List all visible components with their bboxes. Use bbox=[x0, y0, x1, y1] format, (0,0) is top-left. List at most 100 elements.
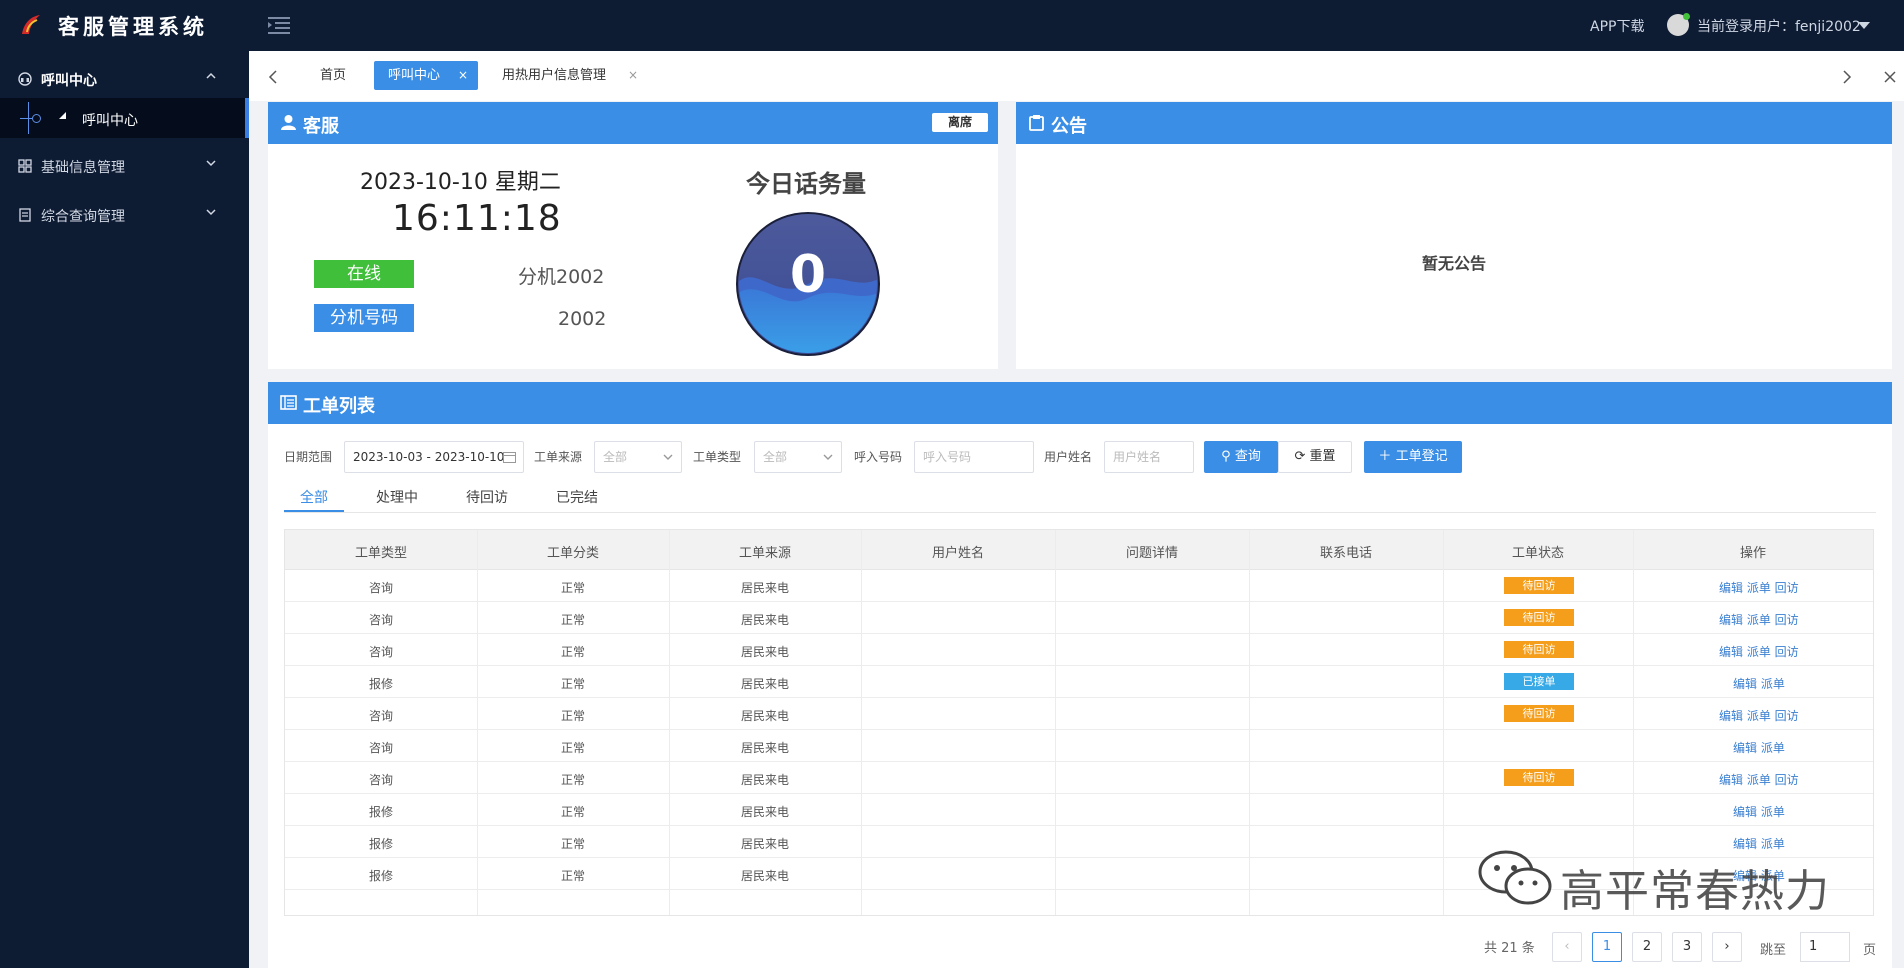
status-badge: 待回访 bbox=[1504, 769, 1574, 786]
tab-scroll-right-icon[interactable] bbox=[1842, 70, 1852, 84]
document-icon bbox=[19, 208, 31, 222]
customer-service-panel: 客服 离席 2023-10-10 星期二 16:11:18 在线 分机2002 … bbox=[268, 102, 998, 369]
search-button-label: 查询 bbox=[1234, 449, 1261, 464]
row-actions[interactable]: 编辑 派单 回访 bbox=[1719, 643, 1799, 660]
wechat-icon bbox=[1478, 850, 1552, 905]
order-source-label: 工单来源 bbox=[534, 450, 583, 464]
current-date: 2023-10-10 星期二 bbox=[360, 170, 561, 195]
plus-icon: ＋ bbox=[1378, 449, 1396, 464]
table-cell-source: 居民来电 bbox=[740, 613, 789, 627]
table-cell-category: 正常 bbox=[560, 613, 585, 627]
column-header[interactable]: 工单类型 bbox=[285, 542, 477, 561]
sidebar-item-query[interactable]: 综合查询管理 bbox=[0, 193, 249, 237]
caller-number-input[interactable]: 呼入号码 bbox=[914, 441, 1034, 473]
clipboard-icon bbox=[1029, 115, 1044, 131]
table-row: 咨询 正常 居民来电 待回访 编辑 派单 回访 bbox=[285, 602, 1873, 634]
panel-header: 客服 离席 bbox=[268, 102, 998, 144]
column-header[interactable]: 联系电话 bbox=[1249, 542, 1443, 561]
column-header[interactable]: 问题详情 bbox=[1055, 542, 1249, 561]
table-cell-type: 咨询 bbox=[368, 613, 393, 627]
jump-page-input[interactable]: 1 bbox=[1800, 932, 1850, 962]
sidebar-item-call-center[interactable]: 呼叫中心 bbox=[0, 57, 249, 101]
page-button[interactable]: 3 bbox=[1672, 932, 1702, 962]
tab-call-center[interactable]: 呼叫中心 × bbox=[374, 61, 478, 90]
date-range-label: 日期范围 bbox=[284, 450, 333, 464]
close-icon[interactable]: × bbox=[458, 61, 468, 90]
column-divider bbox=[861, 530, 862, 915]
column-divider bbox=[669, 530, 670, 915]
column-divider bbox=[1443, 530, 1444, 915]
divider bbox=[284, 512, 1876, 513]
order-type-label: 工单类型 bbox=[693, 450, 742, 464]
column-header[interactable]: 用户姓名 bbox=[861, 542, 1055, 561]
row-actions[interactable]: 编辑 派单 回访 bbox=[1719, 771, 1799, 788]
row-actions[interactable]: 编辑 派单 bbox=[1733, 803, 1785, 820]
table-row: 报修 正常 居民来电 编辑 派单 bbox=[285, 826, 1873, 858]
table-row: 咨询 正常 居民来电 待回访 编辑 派单 回访 bbox=[285, 570, 1873, 602]
username-input[interactable]: 用户姓名 bbox=[1104, 441, 1194, 473]
page-button[interactable]: 1 bbox=[1592, 932, 1622, 962]
username-placeholder: 用户姓名 bbox=[1113, 450, 1162, 464]
today-call-count: 0 bbox=[790, 245, 826, 305]
page-button[interactable]: 2 bbox=[1632, 932, 1662, 962]
row-actions[interactable]: 编辑 派单 bbox=[1733, 739, 1785, 756]
reset-button[interactable]: ⟳ 重置 bbox=[1278, 441, 1352, 473]
column-header[interactable]: 工单来源 bbox=[669, 542, 861, 561]
table-cell-category: 正常 bbox=[560, 741, 585, 755]
panel-header: 公告 bbox=[1016, 102, 1892, 144]
table-row: 咨询 正常 居民来电 编辑 派单 bbox=[285, 730, 1873, 762]
table-cell-category: 正常 bbox=[560, 677, 585, 691]
column-header[interactable]: 工单分类 bbox=[477, 542, 669, 561]
next-page-button[interactable]: › bbox=[1712, 932, 1742, 962]
app-download-link[interactable]: APP下载 bbox=[1590, 16, 1644, 36]
sidebar-item-label: 基础信息管理 bbox=[41, 160, 125, 176]
subtab-completed[interactable]: 已完结 bbox=[556, 487, 598, 507]
notice-panel: 公告 暂无公告 bbox=[1016, 102, 1892, 369]
active-indicator bbox=[245, 98, 249, 138]
active-tab-indicator bbox=[284, 510, 344, 512]
tab-home[interactable]: 首页 bbox=[306, 61, 368, 90]
row-actions[interactable]: 编辑 派单 bbox=[1733, 675, 1785, 692]
order-type-select[interactable]: 全部 bbox=[754, 441, 842, 473]
user-menu-caret-icon[interactable] bbox=[1858, 22, 1870, 29]
row-actions[interactable]: 编辑 派单 回访 bbox=[1719, 611, 1799, 628]
row-actions[interactable]: 编辑 派单 回访 bbox=[1719, 707, 1799, 724]
refresh-icon: ⟳ bbox=[1294, 449, 1310, 464]
sidebar-subitem-label[interactable]: 呼叫中心 bbox=[82, 110, 138, 130]
table-cell-type: 咨询 bbox=[368, 581, 393, 595]
close-all-icon[interactable] bbox=[1884, 71, 1896, 83]
column-header[interactable]: 工单状态 bbox=[1443, 542, 1633, 561]
search-button[interactable]: ⚲ 查询 bbox=[1204, 441, 1278, 473]
table-row: 报修 正常 居民来电 已接单 编辑 派单 bbox=[285, 666, 1873, 698]
row-actions[interactable]: 编辑 派单 bbox=[1733, 835, 1785, 852]
close-icon[interactable]: × bbox=[628, 61, 638, 90]
subtab-processing[interactable]: 处理中 bbox=[376, 487, 418, 507]
date-range-input[interactable]: 2023-10-03 - 2023-10-10 bbox=[344, 441, 524, 473]
chevron-left-icon: ‹ bbox=[1564, 939, 1570, 954]
away-button[interactable]: 离席 bbox=[932, 113, 988, 132]
reset-button-label: 重置 bbox=[1309, 449, 1336, 464]
sidebar-item-basic-info[interactable]: 基础信息管理 bbox=[0, 144, 249, 188]
tab-heating-users[interactable]: 用热用户信息管理 × bbox=[488, 61, 648, 90]
register-order-button[interactable]: ＋ 工单登记 bbox=[1364, 441, 1462, 473]
table-cell-category: 正常 bbox=[560, 773, 585, 787]
table-cell-source: 居民来电 bbox=[740, 741, 789, 755]
order-source-select[interactable]: 全部 bbox=[594, 441, 682, 473]
row-actions[interactable]: 编辑 派单 回访 bbox=[1719, 579, 1799, 596]
search-icon: ⚲ bbox=[1221, 449, 1235, 464]
table-row: 咨询 正常 居民来电 待回访 编辑 派单 回访 bbox=[285, 762, 1873, 794]
status-badge: 已接单 bbox=[1504, 673, 1574, 690]
subtab-all[interactable]: 全部 bbox=[300, 487, 328, 507]
order-type-value: 全部 bbox=[763, 450, 788, 464]
caret-icon bbox=[59, 112, 66, 119]
table-cell-source: 居民来电 bbox=[740, 709, 789, 723]
tab-scroll-left-icon[interactable] bbox=[268, 70, 278, 84]
prev-page-button[interactable]: ‹ bbox=[1552, 932, 1582, 962]
status-badge: 在线 bbox=[314, 260, 414, 288]
table-cell-category: 正常 bbox=[560, 709, 585, 723]
subtab-pending-visit[interactable]: 待回访 bbox=[466, 487, 508, 507]
menu-toggle-icon[interactable] bbox=[268, 16, 290, 34]
tab-label: 用热用户信息管理 bbox=[502, 68, 607, 83]
column-header[interactable]: 操作 bbox=[1633, 542, 1873, 561]
extension-label: 分机号码 bbox=[314, 304, 414, 332]
